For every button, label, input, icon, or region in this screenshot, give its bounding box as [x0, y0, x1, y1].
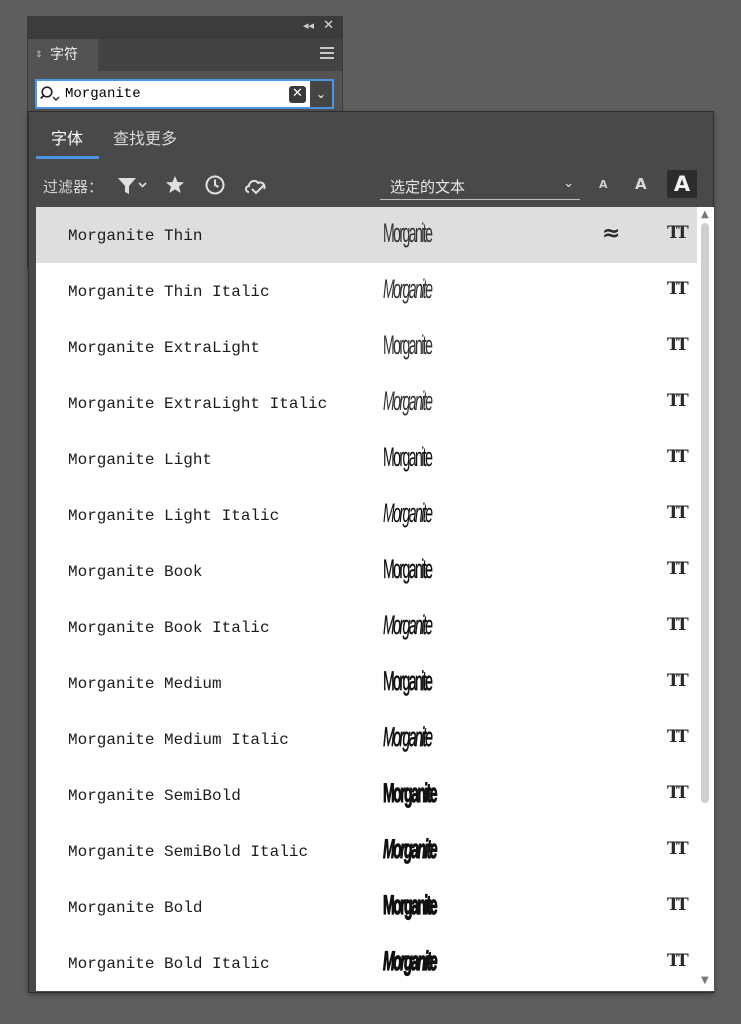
font-name: Morganite Book Italic	[68, 619, 270, 637]
font-name: Morganite Bold	[68, 899, 203, 917]
filter-label: 过滤器：	[43, 178, 104, 196]
font-name: Morganite Thin Italic	[68, 283, 270, 301]
font-search-field[interactable]: ✕ ⌄	[35, 79, 334, 109]
font-type-truetype-icon: TT	[667, 559, 689, 579]
scroll-up-arrow[interactable]: ▲	[701, 209, 709, 220]
font-list-item[interactable]: Morganite Thin Italic Morganite TT	[36, 263, 714, 319]
popup-tabs: 字体 查找更多	[29, 112, 713, 160]
recent-clock-icon[interactable]	[204, 174, 226, 196]
tab-fonts[interactable]: 字体	[51, 125, 83, 149]
font-type-truetype-icon: TT	[667, 223, 689, 243]
preview-text-value: 选定的文本	[390, 178, 466, 196]
font-type-truetype-icon: TT	[667, 671, 689, 691]
font-preview-sample: Morganite	[383, 218, 433, 248]
preview-size-large-button[interactable]: A	[667, 170, 697, 198]
font-list-item[interactable]: Morganite Medium Morganite TT	[36, 655, 714, 711]
font-list: Morganite Thin Morganite ≈ TT Morganite Thin…	[36, 207, 714, 991]
font-name: Morganite Light	[68, 451, 213, 469]
font-name: Morganite Light Italic	[68, 507, 280, 525]
font-name: Morganite SemiBold Italic	[68, 843, 309, 861]
font-list-item[interactable]: Morganite Light Italic Morganite TT	[36, 487, 714, 543]
panel-expand-icon[interactable]: ⇕	[35, 39, 43, 71]
font-preview-sample: Morganite	[383, 442, 433, 472]
font-preview-sample: Morganite	[383, 945, 438, 976]
font-list-item[interactable]: Morganite Book Morganite TT	[36, 543, 714, 599]
font-list-item[interactable]: Morganite Bold Morganite TT	[36, 879, 714, 935]
font-type-truetype-icon: TT	[667, 839, 689, 859]
search-icon[interactable]	[40, 85, 60, 103]
font-preview-sample: Morganite	[383, 330, 433, 360]
favorites-star-icon[interactable]	[164, 174, 186, 196]
font-name: Morganite ExtraLight Italic	[68, 395, 328, 413]
font-list-item[interactable]: Morganite Book Italic Morganite TT	[36, 599, 714, 655]
preview-text-select[interactable]: 选定的文本 ⌄	[380, 172, 580, 200]
font-preview-sample: Morganite	[383, 610, 433, 640]
font-list-item[interactable]: Morganite ExtraLight Morganite TT	[36, 319, 714, 375]
font-list-item[interactable]: Morganite ExtraLight Italic Morganite TT	[36, 375, 714, 431]
show-similar-fonts-icon[interactable]: ≈	[602, 221, 620, 246]
clear-search-icon[interactable]: ✕	[289, 86, 306, 103]
font-name: Morganite SemiBold	[68, 787, 241, 805]
font-preview-sample: Morganite	[383, 834, 438, 865]
activated-fonts-cloud-icon[interactable]	[243, 175, 269, 197]
font-name: Morganite Thin	[68, 227, 203, 245]
font-type-truetype-icon: TT	[667, 335, 689, 355]
font-preview-sample: Morganite	[383, 889, 438, 920]
preview-size-medium-button[interactable]: A	[635, 175, 647, 193]
font-list-item[interactable]: Morganite Medium Italic Morganite TT	[36, 711, 714, 767]
font-preview-sample: Morganite	[383, 498, 433, 528]
font-preview-sample: Morganite	[383, 554, 433, 584]
panel-titlebar: ◂◂ ✕	[28, 17, 342, 39]
panel-title: 字符	[50, 47, 78, 63]
font-type-truetype-icon: TT	[667, 503, 689, 523]
font-name: Morganite Medium Italic	[68, 731, 289, 749]
scrollbar-thumb[interactable]	[701, 223, 709, 803]
font-name: Morganite ExtraLight	[68, 339, 261, 357]
font-type-truetype-icon: TT	[667, 615, 689, 635]
font-list-item[interactable]: Morganite Bold Italic Morganite TT	[36, 935, 714, 991]
collapse-panel-icon[interactable]: ◂◂	[303, 19, 314, 32]
panel-menu-icon[interactable]	[320, 47, 334, 59]
font-list-item[interactable]: Morganite Light Morganite TT	[36, 431, 714, 487]
active-tab-indicator	[36, 156, 99, 159]
font-list-item[interactable]: Morganite SemiBold Italic Morganite TT	[36, 823, 714, 879]
font-type-truetype-icon: TT	[667, 951, 689, 971]
scroll-down-arrow[interactable]: ▼	[701, 975, 709, 986]
font-name: Morganite Bold Italic	[68, 955, 270, 973]
font-preview-sample: Morganite	[383, 722, 433, 753]
font-type-truetype-icon: TT	[667, 279, 689, 299]
close-icon[interactable]: ✕	[323, 18, 334, 33]
filter-funnel-icon[interactable]	[116, 175, 150, 197]
font-list-item[interactable]: Morganite SemiBold Morganite TT	[36, 767, 714, 823]
font-type-truetype-icon: TT	[667, 391, 689, 411]
font-name: Morganite Medium	[68, 675, 222, 693]
filter-toolbar: 过滤器： 选定的文本 ⌄ A A A	[29, 168, 713, 204]
tab-character[interactable]: ⇕ 字符	[28, 39, 98, 71]
scrollbar[interactable]: ▲ ▼	[697, 207, 714, 991]
preview-size-small-button[interactable]: A	[599, 178, 608, 191]
font-preview-sample: Morganite	[383, 274, 433, 304]
font-name: Morganite Book	[68, 563, 203, 581]
font-preview-sample: Morganite	[383, 386, 433, 416]
tab-find-more[interactable]: 查找更多	[113, 125, 177, 149]
font-preview-sample: Morganite	[383, 778, 438, 809]
search-input[interactable]	[65, 83, 285, 105]
font-list-dropdown-button[interactable]: ⌄	[310, 81, 332, 107]
font-type-truetype-icon: TT	[667, 895, 689, 915]
font-list-item[interactable]: Morganite Thin Morganite ≈ TT	[36, 207, 714, 263]
font-picker-popup: 字体 查找更多 过滤器： 选定的文本 ⌄ A A A Morganite Thi…	[28, 111, 714, 993]
panel-tab-row: ⇕ 字符	[28, 39, 342, 71]
font-type-truetype-icon: TT	[667, 447, 689, 467]
chevron-down-icon: ⌄	[563, 176, 574, 191]
font-preview-sample: Morganite	[383, 666, 433, 697]
font-type-truetype-icon: TT	[667, 783, 689, 803]
font-type-truetype-icon: TT	[667, 727, 689, 747]
